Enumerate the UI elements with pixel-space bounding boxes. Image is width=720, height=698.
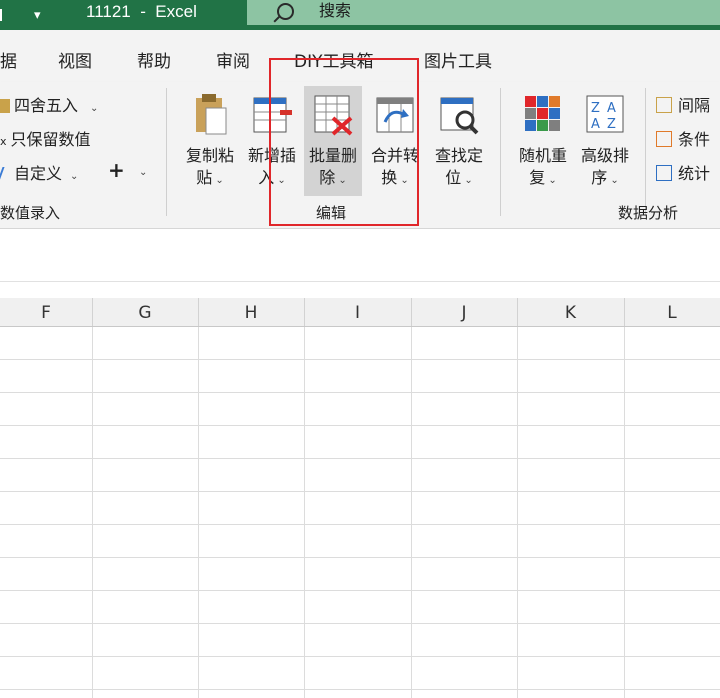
advanced-sort-label-1: 高级排 — [580, 146, 629, 165]
svg-text:Z: Z — [591, 101, 600, 116]
grid-column-line — [411, 327, 412, 698]
tab-help[interactable]: 帮助 — [137, 47, 171, 72]
random-repeat-label-2: 复 — [529, 168, 546, 187]
column-headers: F G H I J K L — [0, 298, 720, 327]
copy-paste-label-2: 贴 — [196, 168, 213, 187]
condition-button[interactable]: 条件 — [656, 126, 710, 150]
random-repeat-button[interactable]: 随机重 复 ⌄ — [514, 86, 572, 196]
search-label: 搜索 — [319, 1, 352, 20]
group-separator — [500, 88, 501, 216]
find-locate-label-1: 查找定 — [434, 146, 483, 165]
column-header-g[interactable]: G — [92, 298, 199, 326]
custom-button[interactable]: 自定义 ⌄ — [0, 160, 78, 184]
interval-label: 间隔 — [678, 96, 711, 115]
find-locate-label-2: 位 — [445, 168, 462, 187]
formula-bar-area[interactable] — [0, 229, 720, 282]
custom-label: 自定义 — [14, 164, 63, 183]
statistics-button[interactable]: 统计 — [656, 160, 710, 184]
copy-paste-label-1: 复制粘 — [185, 146, 234, 165]
chevron-down-icon: ⌄ — [215, 175, 224, 186]
title-bar: ▾ 11121 - Excel 搜索 — [0, 0, 720, 30]
chevron-down-icon: ⌄ — [548, 175, 557, 186]
column-header-l[interactable]: L — [624, 298, 720, 326]
statistics-label: 统计 — [678, 164, 711, 183]
highlight-box — [269, 58, 419, 226]
customize-quick-access-icon[interactable]: ▾ — [34, 8, 41, 23]
quick-access-toolbar: ▾ — [0, 0, 41, 30]
group-separator — [166, 88, 167, 216]
svg-text:A: A — [591, 117, 600, 132]
interval-button[interactable]: 间隔 — [656, 92, 710, 116]
random-repeat-label-1: 随机重 — [518, 146, 567, 165]
interval-icon — [656, 97, 672, 113]
copy-paste-button[interactable]: 复制粘 贴 ⌄ — [181, 86, 239, 196]
cell-grid[interactable] — [0, 327, 720, 698]
find-locate-button[interactable]: 查找定 位 ⌄ — [430, 86, 488, 196]
search-icon — [277, 3, 294, 20]
svg-text:A: A — [607, 101, 616, 116]
add-dropdown-chevron-icon[interactable]: ⌄ — [136, 160, 147, 179]
advanced-sort-button[interactable]: Z A A Z 高级排 序 ⌄ — [576, 86, 634, 196]
column-header-j[interactable]: J — [411, 298, 518, 326]
chevron-down-icon: ⌄ — [610, 175, 619, 186]
tab-review[interactable]: 审阅 — [216, 47, 250, 72]
statistics-icon — [656, 165, 672, 181]
svg-text:Z: Z — [607, 117, 616, 132]
tab-picture-tools[interactable]: 图片工具 — [424, 47, 492, 72]
tab-view[interactable]: 视图 — [58, 47, 92, 72]
round-button[interactable]: 四舍五入 ⌄ — [0, 92, 98, 116]
condition-label: 条件 — [678, 130, 711, 149]
keep-values-icon: x — [0, 135, 7, 148]
grid-column-line — [624, 327, 625, 698]
column-header-h[interactable]: H — [198, 298, 305, 326]
keep-values-button[interactable]: x 只保留数值 — [0, 126, 91, 150]
chevron-down-icon: ⌄ — [464, 175, 473, 186]
grid-column-line — [304, 327, 305, 698]
custom-icon — [0, 167, 13, 181]
random-repeat-icon — [525, 96, 560, 131]
grid-column-line — [92, 327, 93, 698]
round-label: 四舍五入 — [14, 96, 79, 115]
grid-column-line — [517, 327, 518, 698]
quick-access-edge-icon — [0, 9, 8, 21]
column-header-i[interactable]: I — [304, 298, 412, 326]
window-title: 11121 - Excel — [86, 2, 197, 21]
sort-az-icon: Z A A Z — [586, 95, 624, 133]
column-header-f[interactable]: F — [0, 298, 93, 326]
condition-icon — [656, 131, 672, 147]
group-separator — [645, 88, 646, 216]
add-icon[interactable]: + — [108, 158, 125, 182]
group-label-number-entry: 数值录入 — [0, 204, 61, 222]
round-icon — [0, 99, 10, 113]
grid-column-line — [198, 327, 199, 698]
keep-values-label: 只保留数值 — [10, 130, 91, 149]
clipboard-icon — [196, 94, 227, 135]
column-header-k[interactable]: K — [517, 298, 625, 326]
tab-data[interactable]: 据 — [0, 47, 17, 72]
advanced-sort-label-2: 序 — [591, 168, 608, 187]
search-box[interactable]: 搜索 — [247, 0, 720, 25]
group-label-data-analysis: 数据分析 — [618, 204, 679, 222]
find-icon — [440, 97, 479, 135]
